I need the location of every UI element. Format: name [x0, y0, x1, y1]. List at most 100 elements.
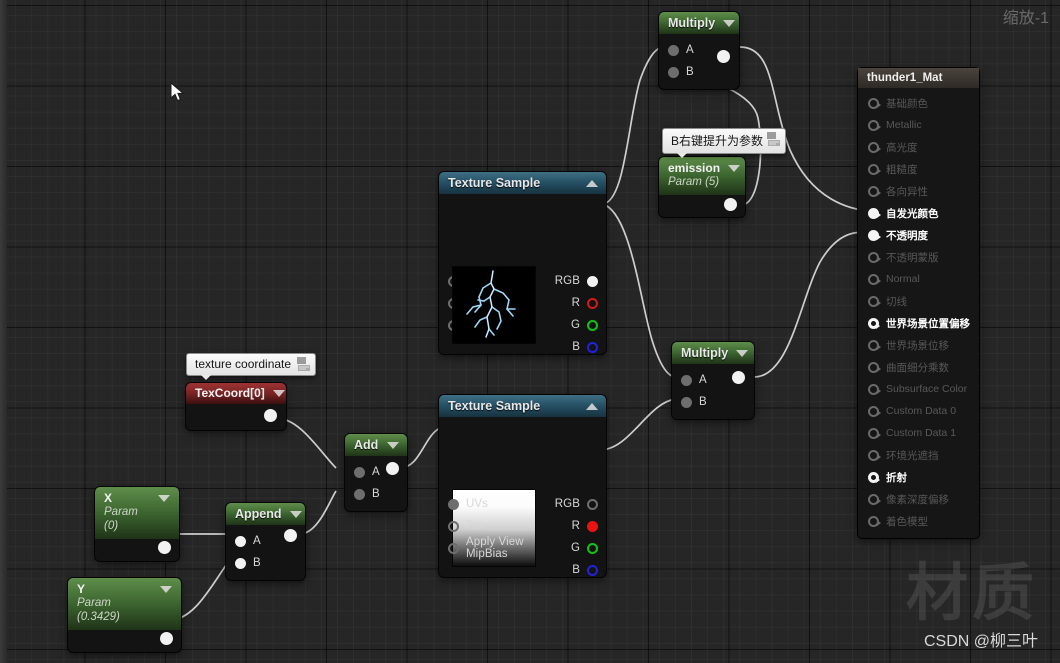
material-input-pin[interactable] [868, 185, 881, 197]
output-pin-result[interactable] [386, 462, 399, 475]
material-input-pin[interactable] [868, 361, 881, 373]
material-pin-row[interactable]: 各向异性 [858, 180, 979, 202]
input-pin-a[interactable] [235, 535, 246, 547]
chevron-down-icon[interactable] [160, 586, 172, 593]
pin-row-b[interactable]: B [672, 391, 754, 413]
material-pin-row[interactable]: 不透明度 [858, 224, 979, 246]
node-emission-param[interactable]: emission Param (5) [659, 157, 745, 217]
output-pin[interactable] [717, 50, 730, 63]
output-pin-r[interactable] [587, 520, 598, 532]
material-pin-row[interactable]: 折射 [858, 466, 979, 488]
node-header[interactable]: Texture Sample [439, 395, 606, 417]
chevron-up-icon[interactable] [586, 179, 598, 187]
node-header[interactable]: emission Param (5) [659, 157, 745, 195]
output-pin[interactable] [264, 409, 277, 422]
material-pin-row[interactable]: Custom Data 1 [858, 422, 979, 444]
node-header[interactable]: Add [345, 434, 407, 456]
material-input-pin[interactable] [868, 295, 881, 307]
node-header[interactable]: TexCoord[0] [186, 383, 286, 404]
output-pin[interactable] [160, 632, 173, 645]
input-pin-b[interactable] [681, 396, 692, 408]
input-pin-b[interactable] [668, 66, 679, 78]
node-add[interactable]: Add A B [345, 434, 407, 511]
output-pin[interactable] [284, 529, 297, 542]
input-pin-b[interactable] [354, 488, 365, 500]
node-param-y[interactable]: Y Param (0.3429) [68, 578, 181, 652]
output-pin[interactable] [386, 462, 399, 475]
node-header[interactable]: Multiply [659, 12, 739, 34]
material-pin-row[interactable]: Custom Data 0 [858, 400, 979, 422]
chevron-up-icon[interactable] [586, 402, 598, 410]
node-texcoord[interactable]: TexCoord[0] [186, 383, 286, 430]
node-multiply-bottom[interactable]: Multiply A B [672, 342, 754, 419]
pin-row-b[interactable]: B [659, 61, 739, 83]
input-pin-a[interactable] [354, 466, 365, 478]
input-pin-apply-view-mipbias[interactable] [448, 542, 459, 554]
pin-row-rgb[interactable]: RGB [526, 493, 606, 515]
material-pin-row[interactable]: Normal [858, 268, 979, 290]
chevron-down-icon[interactable] [728, 165, 741, 172]
material-pin-row[interactable]: 粗糙度 [858, 158, 979, 180]
output-pin-r[interactable] [587, 297, 598, 309]
input-pin-tex[interactable] [448, 520, 459, 532]
output-pin-result[interactable] [732, 371, 745, 384]
material-pin-row[interactable]: 环境光遮挡 [858, 444, 979, 466]
material-pin-row[interactable]: 曲面细分乘数 [858, 356, 979, 378]
pin-row-b[interactable]: B [526, 336, 606, 354]
output-pin-g[interactable] [587, 319, 598, 331]
material-pin-row[interactable]: 世界场景位移 [858, 334, 979, 356]
output-pin-b[interactable] [587, 564, 598, 576]
material-input-pin[interactable] [868, 163, 881, 175]
pin-row-g[interactable]: G [526, 537, 606, 559]
chevron-down-icon[interactable] [387, 441, 399, 449]
input-pin-a[interactable] [668, 44, 679, 56]
chevron-down-icon[interactable] [158, 495, 170, 502]
material-input-pin[interactable] [868, 97, 881, 109]
material-pin-row[interactable]: 世界场景位置偏移 [858, 312, 979, 334]
material-input-pin[interactable] [868, 449, 881, 461]
node-param-x[interactable]: X Param (0) [95, 487, 179, 561]
material-pin-row[interactable]: Subsurface Color [858, 378, 979, 400]
pin-row-g[interactable]: G [526, 314, 606, 336]
chevron-down-icon[interactable] [723, 19, 736, 27]
material-input-pin[interactable] [868, 273, 881, 285]
node-header[interactable]: Multiply [672, 342, 754, 364]
node-texture-sample-bottom[interactable]: Texture Sample UVs Tex Apply View MipBia… [439, 395, 606, 577]
material-pin-row[interactable]: 切线 [858, 290, 979, 312]
material-input-pin[interactable] [868, 493, 881, 505]
pin-row-rgb[interactable]: RGB [526, 270, 606, 292]
input-pin-a[interactable] [681, 374, 692, 386]
output-pin[interactable] [158, 541, 171, 554]
node-multiply-top[interactable]: Multiply A B [659, 12, 739, 89]
node-header[interactable]: Append [226, 503, 305, 525]
output-pin-result[interactable] [284, 529, 297, 542]
pin-row-r[interactable]: R [526, 515, 606, 537]
material-pin-row[interactable]: 不透明蒙版 [858, 246, 979, 268]
chevron-down-icon[interactable] [736, 349, 749, 357]
node-header[interactable]: Texture Sample [439, 172, 606, 194]
material-input-pin[interactable] [868, 471, 880, 483]
material-input-pin[interactable] [868, 405, 881, 417]
node-header[interactable]: X Param (0) [95, 487, 179, 539]
material-input-pin[interactable] [868, 207, 881, 219]
output-pin-result[interactable] [717, 50, 730, 63]
node-header[interactable]: Y Param (0.3429) [68, 578, 181, 630]
chevron-down-icon[interactable] [289, 510, 302, 518]
pin-row-b[interactable]: B [345, 483, 407, 505]
output-pin[interactable] [724, 198, 737, 211]
material-input-pin[interactable] [868, 251, 881, 263]
material-input-pin[interactable] [868, 383, 881, 395]
node-append[interactable]: Append A B [226, 503, 305, 580]
node-material-output[interactable]: thunder1_Mat 基础颜色 Metallic 高光度 粗糙度 各向异性 自发光颜色… [858, 68, 979, 538]
node-texture-sample-top[interactable]: Texture Sample UVs Tex Apply View MipBia… [439, 172, 606, 354]
pin-row-b[interactable]: B [526, 559, 606, 577]
input-pin-b[interactable] [235, 557, 246, 569]
material-pin-row[interactable]: Metallic [858, 114, 979, 136]
output-pin-rgb[interactable] [587, 498, 598, 510]
material-input-pin[interactable] [868, 339, 881, 351]
material-input-pin[interactable] [868, 119, 881, 131]
material-pin-row[interactable]: 着色模型 [858, 510, 979, 532]
chevron-down-icon[interactable] [272, 390, 285, 397]
material-pin-row[interactable]: 自发光颜色 [858, 202, 979, 224]
material-graph-canvas[interactable]: Multiply A B B右键提升为参数 emission Param (5)… [0, 0, 1060, 663]
